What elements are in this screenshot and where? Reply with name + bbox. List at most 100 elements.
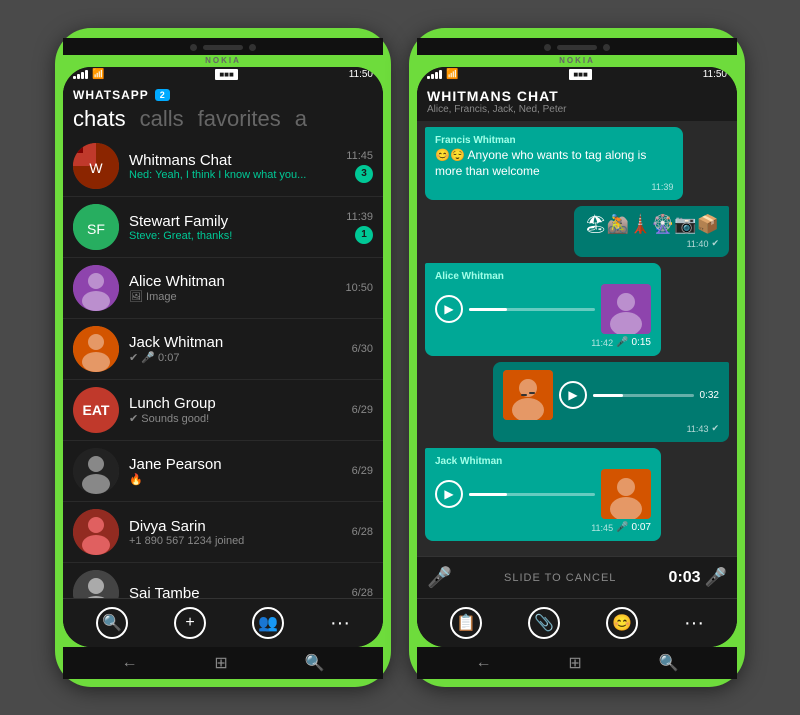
tab-favorites[interactable]: favorites	[198, 106, 281, 132]
avatar	[73, 570, 119, 598]
search-button[interactable]: 🔍	[96, 607, 128, 639]
avatar	[73, 509, 119, 555]
front-camera	[544, 44, 551, 51]
svg-text:SF: SF	[87, 221, 105, 237]
tab-chats[interactable]: chats	[73, 106, 126, 132]
audio-player: ▶	[435, 480, 595, 508]
more-button[interactable]: ···	[684, 612, 704, 635]
chat-time: 6/28	[352, 526, 373, 538]
phone-nav-bar: ← ⊞ 🔍	[63, 647, 383, 679]
chat-name: Alice Whitman	[129, 273, 335, 290]
list-item[interactable]: Jack Whitman ✔ 🎤 0:07 6/30	[63, 319, 383, 380]
back-icon[interactable]: ←	[475, 654, 491, 672]
tab-calls[interactable]: calls	[140, 106, 184, 132]
chat-preview: Ned: Yeah, I think I know what you...	[129, 169, 336, 181]
more-button[interactable]: ···	[330, 612, 350, 635]
chat-time: 6/29	[352, 404, 373, 416]
chat-time: 10:50	[345, 282, 373, 294]
chat-preview: 🔥	[129, 473, 342, 486]
left-phone: NOKIA 📶 ■■■ 11:50 WHATSAPP 2	[55, 28, 391, 687]
chat-info: Divya Sarin +1 890 567 1234 joined	[129, 518, 342, 547]
list-item[interactable]: Jane Pearson 🔥 6/29	[63, 441, 383, 502]
list-item[interactable]: Divya Sarin +1 890 567 1234 joined 6/28	[63, 502, 383, 563]
list-item[interactable]: SF Stewart Family Steve: Great, thanks! …	[63, 197, 383, 258]
chat-name: Divya Sarin	[129, 518, 342, 535]
wifi-icon: 📶	[92, 69, 104, 80]
play-button[interactable]: ▶	[559, 381, 587, 409]
chat-meta: 10:50	[345, 282, 373, 294]
play-button[interactable]: ▶	[435, 480, 463, 508]
back-icon[interactable]: ←	[121, 654, 137, 672]
contacts-button[interactable]: 👥	[252, 607, 284, 639]
chat-info: Lunch Group ✔ Sounds good!	[129, 395, 342, 425]
phone-nav-bar: ← ⊞ 🔍	[417, 647, 737, 679]
brand-label: NOKIA	[417, 55, 737, 67]
message-check: ✔	[711, 423, 719, 434]
svg-text:W: W	[89, 160, 103, 176]
chat-info: Alice Whitman 🖼 Image	[129, 273, 335, 303]
message-bubble: Jack Whitman ▶ 11:45 🎤 0:07	[425, 448, 661, 541]
list-item[interactable]: W Whitmans Chat Ned: Yeah, I think I kno…	[63, 136, 383, 197]
message-time: 11:39	[652, 182, 674, 192]
list-item[interactable]: EAT Lunch Group ✔ Sounds good! 6/29	[63, 380, 383, 441]
list-item[interactable]: Alice Whitman 🖼 Image 10:50	[63, 258, 383, 319]
speaker	[557, 45, 597, 50]
chat-preview: +1 890 567 1234 joined	[129, 535, 342, 547]
audio-player: ▶	[435, 295, 595, 323]
slide-to-cancel-label: SLIDE TO CANCEL	[460, 572, 661, 584]
chat-meta: 6/28	[352, 587, 373, 598]
chat-name: Sai Tambe	[129, 585, 342, 599]
status-time: 11:50	[349, 69, 373, 80]
battery-indicator: ■■■	[569, 69, 592, 80]
search-nav-icon[interactable]: 🔍	[305, 653, 325, 673]
chat-time: 6/28	[352, 587, 373, 598]
search-nav-icon[interactable]: 🔍	[659, 653, 679, 673]
audio-waveform	[593, 394, 694, 397]
chat-time: 11:39	[346, 211, 373, 223]
play-button[interactable]: ▶	[435, 295, 463, 323]
chat-title: WHITMANS CHAT	[427, 88, 727, 104]
audio-player: ▶ 0:32	[559, 381, 719, 409]
list-item[interactable]: Sai Tambe 6/28	[63, 563, 383, 598]
record-bar: 🎤 SLIDE TO CANCEL 0:03 🎤	[417, 556, 737, 598]
message-bubble: ▶ 0:32 11:43 ✔	[493, 362, 729, 442]
chat-preview: Steve: Great, thanks!	[129, 230, 336, 242]
chat-info: Jack Whitman ✔ 🎤 0:07	[129, 334, 342, 364]
wifi-icon: 📶	[446, 69, 458, 80]
right-phone: NOKIA 📶 ■■■ 11:50 WHITMANS CHAT Alice, F…	[409, 28, 745, 687]
message-check: ✔	[711, 238, 719, 249]
mic-icon: 🎤	[616, 337, 628, 348]
audio-message: ▶	[435, 469, 651, 519]
emoji-button[interactable]: 😊	[606, 607, 638, 639]
timer-value: 0:03	[669, 569, 701, 587]
chat-meta: 6/29	[352, 465, 373, 477]
chat-name: Lunch Group	[129, 395, 342, 412]
attach-button[interactable]: 📎	[528, 607, 560, 639]
avatar: W	[73, 143, 119, 189]
brand-label: NOKIA	[63, 55, 383, 67]
message-time: 11:40	[687, 239, 709, 249]
message-text: 😊😌 Anyone who wants to tag along is more…	[435, 148, 673, 179]
microphone-icon[interactable]: 🎤	[427, 565, 452, 590]
tab-more[interactable]: a	[295, 106, 307, 132]
nav-tabs: chats calls favorites a	[73, 102, 373, 134]
recording-mic-icon: 🎤	[705, 567, 727, 588]
message-bubble: Alice Whitman ▶ 11:42 🎤 0:15	[425, 263, 661, 356]
app-title: WHATSAPP	[73, 88, 149, 102]
bottom-toolbar: 🔍 + 👥 ···	[63, 598, 383, 647]
chat-meta: 6/30	[352, 343, 373, 355]
chat-meta: 11:45 3	[346, 150, 373, 183]
chat-meta: 11:39 1	[346, 211, 373, 244]
message-bubble: 🏖🚵🗼🎡📷📦 11:40 ✔	[574, 206, 729, 257]
home-icon[interactable]: ⊞	[214, 653, 227, 673]
chat-preview: ✔ Sounds good!	[129, 412, 342, 425]
new-chat-button[interactable]: +	[174, 607, 206, 639]
front-camera	[190, 44, 197, 51]
chat-name: Jack Whitman	[129, 334, 342, 351]
home-icon[interactable]: ⊞	[568, 653, 581, 673]
unread-badge: 1	[355, 226, 373, 244]
recording-timer: 0:03 🎤	[669, 567, 727, 588]
clipboard-button[interactable]: 📋	[450, 607, 482, 639]
sensor	[603, 44, 610, 51]
chat-info: Whitmans Chat Ned: Yeah, I think I know …	[129, 152, 336, 181]
